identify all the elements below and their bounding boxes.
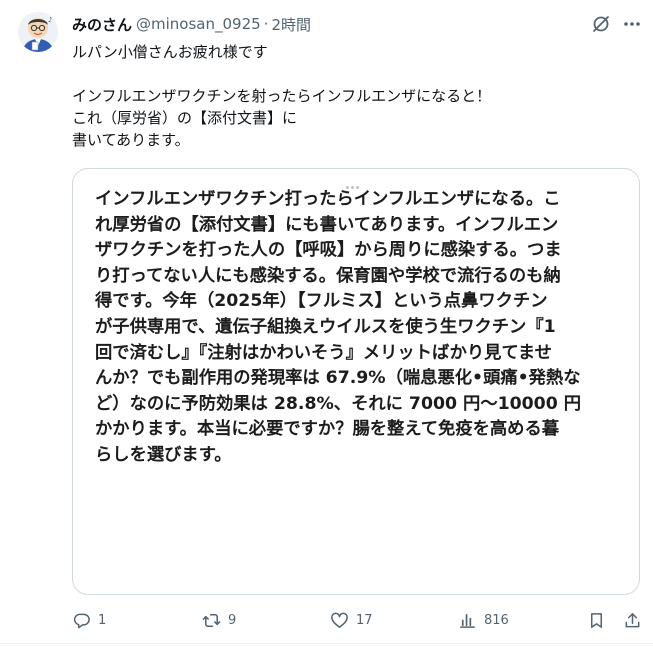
action-bar: 1 9 17 816 xyxy=(72,606,644,634)
media-text-line: 回で済むし』『注射はかわいそう』メリットばかり見てませ xyxy=(95,342,552,363)
avatar[interactable]: ♪ xyxy=(18,12,58,52)
media-text-line: かかります。本当に必要ですか？腸を整えて免疫を高める暮 xyxy=(95,419,560,440)
media-image[interactable]: インフルエンザワクチン打ったらインフルエンザになる。こ れ厚労省の【添付文書】に… xyxy=(72,168,640,595)
views-count: 816 xyxy=(484,612,509,628)
like-count: 17 xyxy=(356,612,373,628)
timestamp[interactable]: 2時間 xyxy=(271,14,311,35)
tweet-text-line xyxy=(72,63,632,85)
tweet-text: ルパン小僧さんお疲れ様です インフルエンザワクチンを射ったらインフルエンザになる… xyxy=(72,41,632,151)
media-text-line: らしを選びます。 xyxy=(95,444,232,465)
tweet-text-line: ルパン小僧さんお疲れ様です xyxy=(72,43,268,61)
media-grip-icon xyxy=(346,174,366,189)
bookmark-button[interactable] xyxy=(587,606,606,634)
media-text-line: れ厚労省の【添付文書】にも書いてあります。インフルエン xyxy=(95,214,559,235)
media-text-line: インフルエンザワクチン打ったらインフルエンザになる。こ xyxy=(95,189,561,209)
repost-count: 9 xyxy=(228,612,237,628)
tweet-text-line: インフルエンザワクチンを射ったらインフルエンザになると！ xyxy=(72,87,492,105)
media-text-line: り打ってない人にも感染する。保育園や学校で流行るのも納 xyxy=(95,265,561,286)
tweet-header: みのさん @minosan_0925 · 2時間 xyxy=(72,13,311,35)
tweet-text-line: これ（厚労省）の【添付文書】に xyxy=(72,109,298,127)
media-image-text: インフルエンザワクチン打ったらインフルエンザになる。こ れ厚労省の【添付文書】に… xyxy=(95,187,625,469)
tweet-text-line: 書いてあります。 xyxy=(72,131,190,149)
media-text-line: んか？でも副作用の発現率は 67.9%（喘息悪化•頭痛•発熱な xyxy=(95,368,581,389)
more-icon[interactable] xyxy=(622,14,642,34)
bookmark-icon xyxy=(590,612,603,628)
repost-icon xyxy=(202,613,221,627)
share-button[interactable] xyxy=(623,606,642,634)
media-text-line: が子供専用で、遺伝子組換えウイルスを使う生ワクチン『1 xyxy=(95,316,556,337)
svg-text:♪: ♪ xyxy=(48,16,52,24)
views-button[interactable]: 816 xyxy=(458,606,509,634)
display-name[interactable]: みのさん xyxy=(72,14,132,35)
media-text-line: ザワクチンを打った人の【呼吸】から周りに感染する。つま xyxy=(95,240,562,261)
divider xyxy=(0,643,653,644)
like-icon xyxy=(331,612,348,628)
media-text-line: 得です。今年（2025年）【フルミス】という点鼻ワクチン xyxy=(95,291,548,312)
media-text-line: ど）なのに予防効果は 28.8%、それに 7000 円〜10000 円 xyxy=(95,393,582,414)
reply-button[interactable]: 1 xyxy=(72,606,106,634)
handle[interactable]: @minosan_0925 xyxy=(136,15,261,33)
reply-icon xyxy=(73,613,90,628)
reply-count: 1 xyxy=(98,612,107,628)
grok-icon[interactable] xyxy=(591,14,611,34)
repost-button[interactable]: 9 xyxy=(202,606,236,634)
like-button[interactable]: 17 xyxy=(330,606,373,634)
separator: · xyxy=(263,15,269,33)
share-icon xyxy=(625,612,640,627)
views-icon xyxy=(460,613,475,628)
